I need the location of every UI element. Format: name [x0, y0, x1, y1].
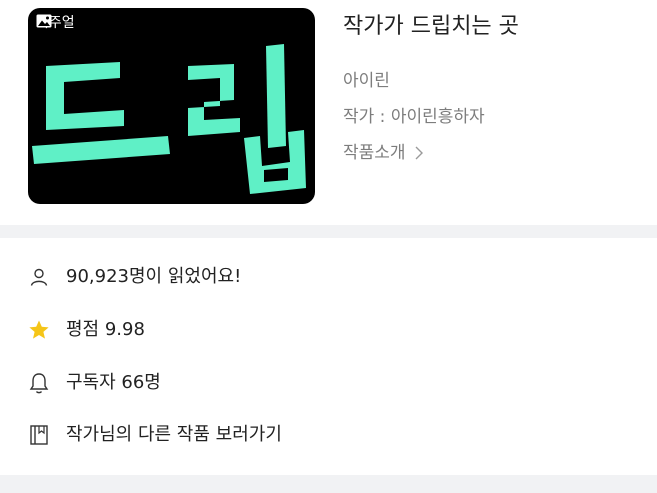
writer-line: 작가 : 아이린흥하자	[343, 107, 485, 127]
image-icon	[36, 14, 52, 28]
cover-art	[32, 44, 306, 194]
work-header: 비주얼 작가가 드립치는 곳 아이린 작가 : 아이린흥하자 작품소개	[0, 0, 657, 225]
rating: 평점 9.98	[28, 318, 145, 342]
readers-count: 90,923명이 읽었어요!	[28, 265, 241, 289]
author-name[interactable]: 아이린	[343, 69, 390, 93]
chevron-right-icon	[415, 146, 423, 160]
readers-text: 90,923명이 읽었어요!	[66, 266, 242, 287]
other-works-text: 작가님의 다른 작품 보러가기	[66, 424, 282, 445]
subscribers: 구독자 66명	[28, 371, 161, 395]
other-works-link[interactable]: 작가님의 다른 작품 보러가기	[28, 423, 282, 447]
cover-image[interactable]: 비주얼	[28, 8, 315, 204]
visual-badge: 비주얼	[36, 14, 75, 32]
book-icon	[28, 424, 50, 446]
work-title: 작가가 드립치는 곳	[343, 14, 519, 39]
star-icon	[28, 319, 50, 341]
section-divider-bottom	[0, 475, 657, 493]
work-intro-label: 작품소개	[343, 143, 406, 163]
subscribers-text: 구독자 66명	[66, 372, 161, 393]
section-divider	[0, 225, 657, 238]
bell-icon	[28, 372, 50, 394]
work-intro-link[interactable]: 작품소개	[343, 141, 424, 165]
person-icon	[28, 266, 50, 288]
rating-text: 평점 9.98	[66, 319, 145, 340]
